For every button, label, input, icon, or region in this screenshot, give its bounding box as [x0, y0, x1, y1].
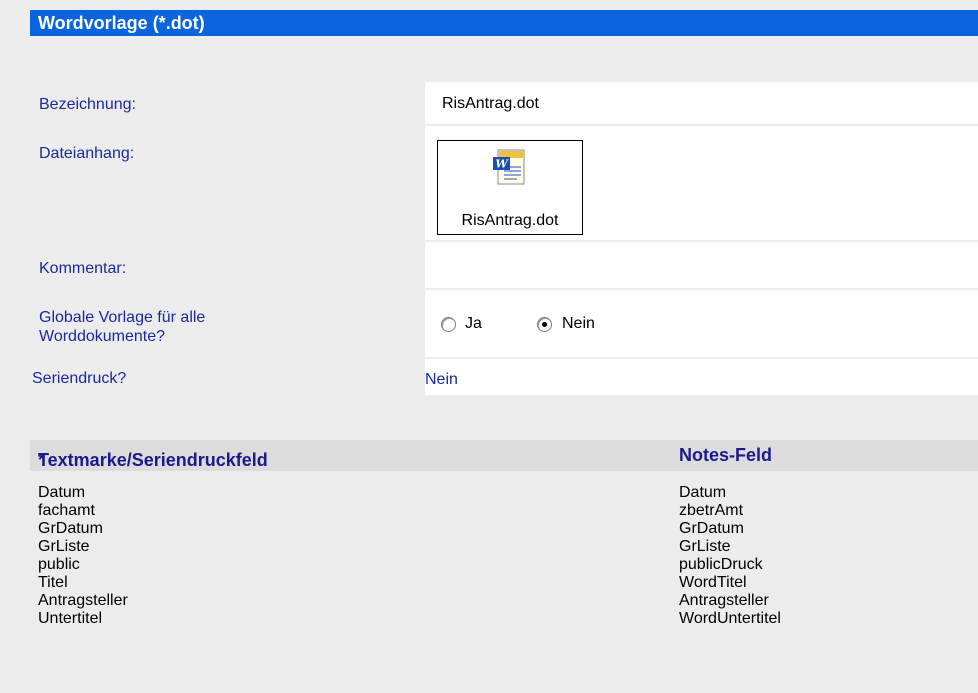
- list-item: Datum: [38, 484, 86, 501]
- seriendruck-value-cell: Nein: [425, 359, 978, 395]
- list-item: WordUntertitel: [679, 610, 781, 627]
- list-item: fachamt: [38, 502, 95, 519]
- section-title-text: Wordvorlage (*.dot): [38, 13, 205, 33]
- radio-nein[interactable]: [537, 317, 552, 332]
- list-item: GrDatum: [38, 520, 103, 537]
- kommentar-value-cell: [425, 242, 978, 288]
- svg-text:W: W: [495, 158, 509, 171]
- list-item: Antragsteller: [679, 592, 769, 609]
- globale-vorlage-value-cell: Ja Nein: [425, 290, 978, 357]
- radio-ja[interactable]: [441, 317, 456, 332]
- section-title: Wordvorlage (*.dot): [30, 10, 978, 36]
- notes-feld-list: Datum zbetrAmt GrDatum GrListe publicDru…: [679, 484, 781, 628]
- col-notes-feld-header: Notes-Feld: [679, 445, 773, 465]
- list-item: Datum: [679, 484, 727, 501]
- kommentar-label: Kommentar:: [39, 260, 127, 277]
- form-row-kommentar: Kommentar:: [0, 242, 978, 288]
- attachment-filename: RisAntrag.dot: [461, 212, 559, 229]
- form-row-dateianhang: Dateianhang: W RisAntrag.dot: [0, 126, 978, 240]
- radio-nein-label[interactable]: Nein: [562, 315, 595, 333]
- required-marker: *: [38, 450, 46, 470]
- form-row-bezeichnung: Bezeichnung: RisAntrag.dot: [0, 82, 978, 124]
- col-textmarke-header-text: Textmarke/Seriendruckfeld: [38, 450, 268, 470]
- list-item: Antragsteller: [38, 592, 128, 609]
- list-item: Untertitel: [38, 610, 103, 627]
- bezeichnung-value-cell: RisAntrag.dot: [425, 82, 978, 124]
- attachment-tile[interactable]: W RisAntrag.dot: [437, 140, 583, 235]
- bezeichnung-label: Bezeichnung:: [39, 96, 136, 113]
- bezeichnung-value: RisAntrag.dot: [442, 95, 539, 112]
- dateianhang-value-cell: W RisAntrag.dot: [425, 126, 978, 240]
- list-item: zbetrAmt: [679, 502, 744, 519]
- globale-vorlage-radio-group: Ja Nein: [441, 315, 641, 335]
- globale-vorlage-label-line2: Worddokumente?: [39, 328, 165, 345]
- form-row-globale-vorlage: Globale Vorlage für alle Worddokumente? …: [0, 290, 978, 357]
- list-item: Titel: [38, 574, 68, 591]
- mapping-table-header: Textmarke/Seriendruckfeld * Notes-Feld: [30, 440, 978, 471]
- seriendruck-label: Seriendruck?: [32, 370, 127, 387]
- radio-selected-dot: [542, 322, 547, 327]
- seriendruck-value: Nein: [425, 371, 458, 388]
- radio-ja-label[interactable]: Ja: [465, 315, 482, 333]
- list-item: WordTitel: [679, 574, 747, 591]
- textmarke-list: Datum fachamt GrDatum GrListe public Tit…: [38, 484, 128, 628]
- form-row-seriendruck: Seriendruck? Nein: [0, 359, 978, 395]
- list-item: GrListe: [679, 538, 731, 555]
- list-item: publicDruck: [679, 556, 763, 573]
- list-item: GrDatum: [679, 520, 744, 537]
- word-document-icon: W: [493, 149, 525, 185]
- list-item: public: [38, 556, 80, 573]
- list-item: GrListe: [38, 538, 90, 555]
- globale-vorlage-label-line1: Globale Vorlage für alle: [39, 309, 206, 326]
- dateianhang-label: Dateianhang:: [39, 145, 135, 162]
